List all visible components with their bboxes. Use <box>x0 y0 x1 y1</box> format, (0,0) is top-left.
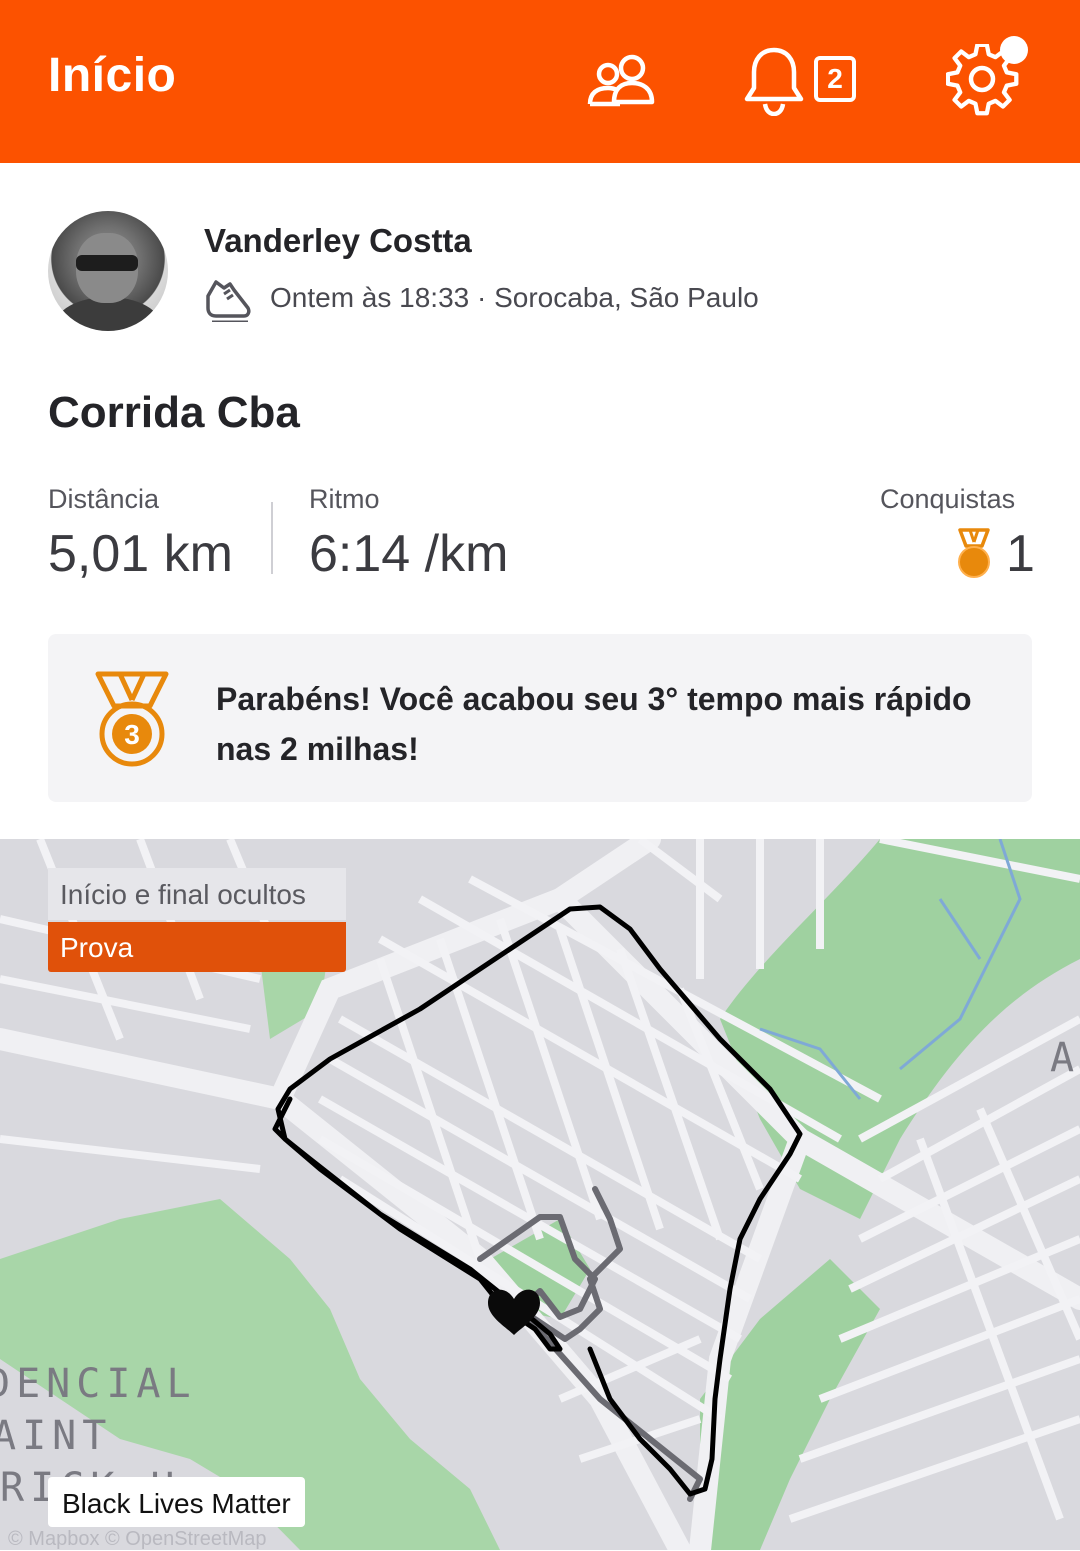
distance-value: 5,01 km <box>48 525 233 583</box>
achievements-label: Conquistas <box>880 484 1016 514</box>
notification-count-badge[interactable]: 2 <box>814 56 856 102</box>
svg-text:3: 3 <box>124 719 140 750</box>
pace-value: 6:14 /km <box>309 525 509 583</box>
achievement-card[interactable]: 3 Parabéns! Você acabou seu 3° tempo mai… <box>48 634 1032 802</box>
stat-divider <box>271 502 273 574</box>
bell-icon[interactable] <box>742 44 806 121</box>
map-place-label: A <box>1050 1035 1080 1081</box>
distance-label: Distância <box>48 484 160 514</box>
map-attribution[interactable]: © Mapbox © OpenStreetMap <box>8 1528 267 1551</box>
page-title: Início <box>48 49 177 102</box>
black-lives-matter-badge: Black Lives Matter <box>48 1477 305 1527</box>
bronze-medal-icon: 3 <box>92 670 172 773</box>
pace-label: Ritmo <box>309 484 380 514</box>
settings-notification-dot <box>1000 36 1028 64</box>
people-icon[interactable] <box>586 52 658 113</box>
running-shoe-icon <box>204 278 252 327</box>
achievements-value: 1 <box>1006 525 1035 583</box>
top-app-bar: Início 2 <box>0 0 1080 163</box>
map-place-label: AINT <box>0 1413 113 1459</box>
activity-meta: Ontem às 18:33 · Sorocaba, São Paulo <box>270 282 759 313</box>
privacy-tag: Início e final ocultos <box>48 868 346 920</box>
athlete-name[interactable]: Vanderley Costta <box>204 222 472 260</box>
map-place-label: DENCIAL <box>0 1361 197 1407</box>
avatar[interactable] <box>48 211 168 331</box>
medal-icon <box>954 528 994 585</box>
race-tag: Prova <box>48 922 346 972</box>
activity-title[interactable]: Corrida Cba <box>48 388 300 438</box>
achievement-message: Parabéns! Você acabou seu 3° tempo mais … <box>216 681 972 767</box>
